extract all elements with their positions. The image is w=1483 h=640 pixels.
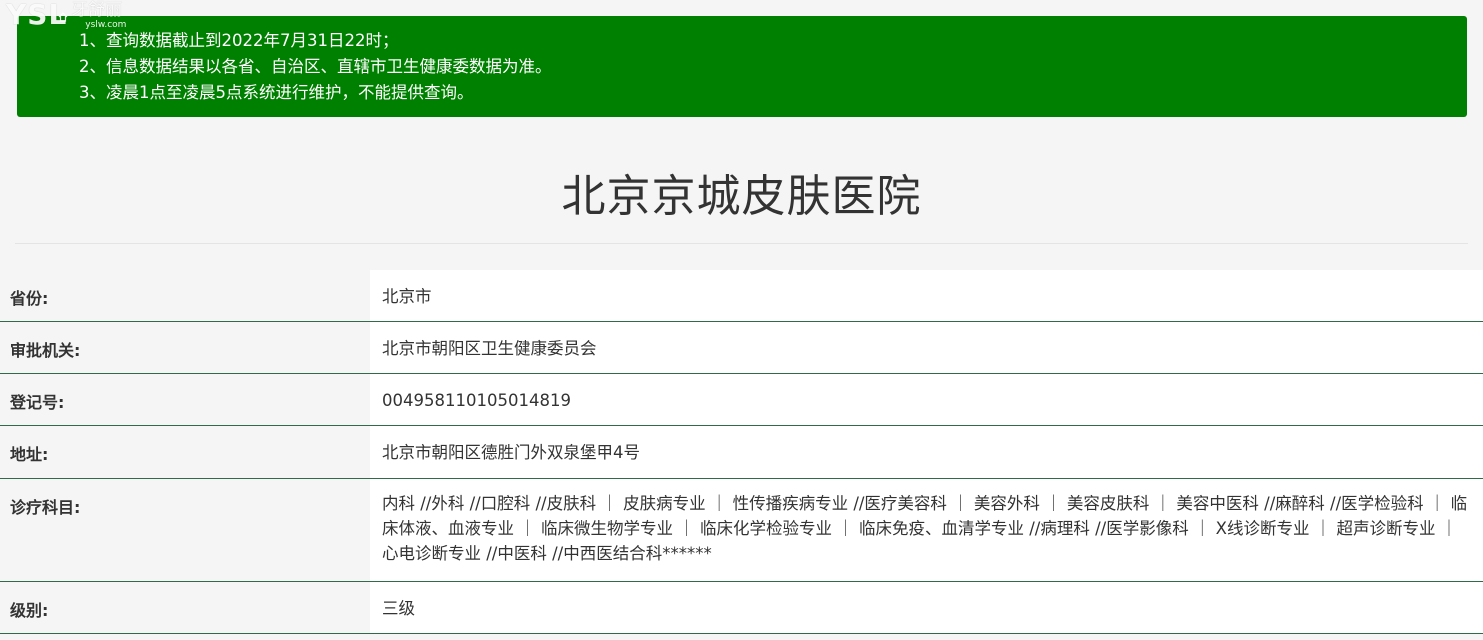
title-divider — [15, 243, 1468, 244]
notice-line-3: 3、凌晨1点至凌晨5点系统进行维护，不能提供查询。 — [79, 83, 474, 102]
hospital-info-table: 省份: 北京市 审批机关: 北京市朝阳区卫生健康委员会 登记号: 0049581… — [0, 270, 1483, 634]
info-label: 登记号: — [10, 393, 65, 412]
info-row-level: 级别: 三级 — [0, 582, 1483, 634]
info-row-departments: 诊疗科目: 内科 //外科 //口腔科 //皮肤科 ｜ 皮肤病专业 ｜ 性传播疾… — [0, 479, 1483, 582]
notice-banner: 1、查询数据截止到2022年7月31日22时； 2、信息数据结果以各省、自治区、… — [17, 16, 1467, 117]
info-label: 审批机关: — [10, 341, 81, 360]
info-row-address: 地址: 北京市朝阳区德胜门外双泉堡甲4号 — [0, 426, 1483, 479]
notice-line-1: 1、查询数据截止到2022年7月31日22时； — [79, 31, 399, 50]
info-label: 地址: — [10, 445, 49, 464]
info-value: 内科 //外科 //口腔科 //皮肤科 ｜ 皮肤病专业 ｜ 性传播疾病专业 //… — [370, 479, 1483, 581]
info-value: 004958110105014819 — [370, 374, 1483, 425]
page-title: 北京京城皮肤医院 — [561, 171, 922, 222]
info-value: 北京市 — [370, 270, 1483, 321]
info-label: 级别: — [10, 601, 49, 620]
info-value: 北京市朝阳区卫生健康委员会 — [370, 322, 1483, 373]
info-value: 三级 — [370, 582, 1483, 633]
info-value: 北京市朝阳区德胜门外双泉堡甲4号 — [370, 426, 1483, 478]
info-row-province: 省份: 北京市 — [0, 270, 1483, 322]
info-label: 诊疗科目: — [10, 498, 81, 517]
info-row-registration-number: 登记号: 004958110105014819 — [0, 374, 1483, 426]
notice-line-2: 2、信息数据结果以各省、自治区、直辖市卫生健康委数据为准。 — [79, 57, 552, 76]
info-row-approval-authority: 审批机关: 北京市朝阳区卫生健康委员会 — [0, 322, 1483, 374]
info-label: 省份: — [10, 289, 49, 308]
